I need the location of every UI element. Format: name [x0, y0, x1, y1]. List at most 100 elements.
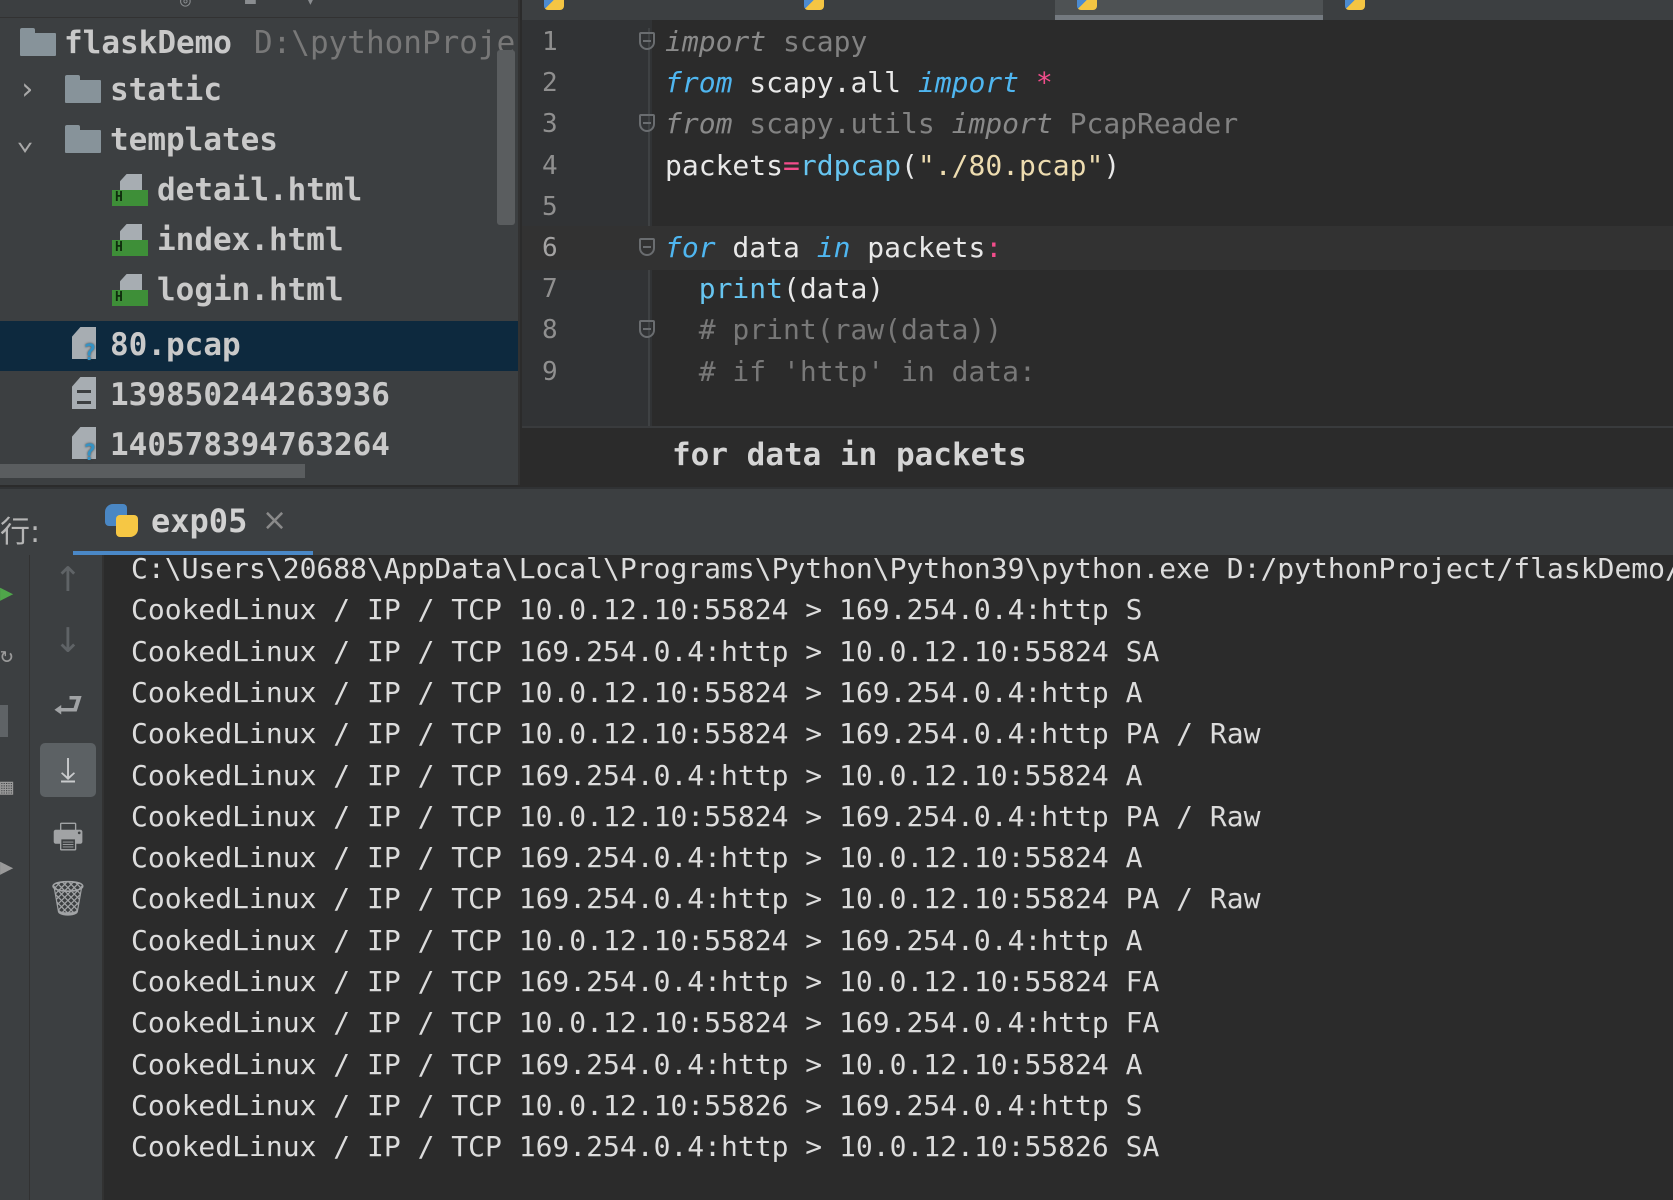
run-tool-window-header: 行: exp05 ×	[0, 487, 1673, 557]
soft-wrap-icon[interactable]: ⮐	[40, 679, 96, 733]
code-text: import scapy	[665, 25, 868, 58]
run-side-strip: ▶ ↻ ▦ ▶	[0, 555, 30, 1200]
line-number[interactable]: 1	[542, 20, 592, 64]
line-number[interactable]: 3	[542, 102, 592, 146]
console-line: CookedLinux / IP / TCP 169.254.0.4:http …	[131, 634, 1160, 668]
console-line: CookedLinux / IP / TCP 169.254.0.4:http …	[131, 882, 1261, 916]
python-file-icon	[1077, 0, 1097, 10]
code-line[interactable]: 3 from scapy.utils import PcapReader	[522, 102, 1673, 146]
console-line: CookedLinux / IP / TCP 169.254.0.4:http …	[131, 965, 1160, 998]
tree-item-139850244263936[interactable]: 139850244263936	[0, 371, 518, 421]
console-line: CookedLinux / IP / TCP 10.0.12.10:55824 …	[131, 593, 1143, 627]
python-file-icon	[804, 0, 824, 10]
print-icon[interactable]: 🖶	[40, 810, 96, 864]
tree-item-login-html[interactable]: H login.html	[0, 266, 518, 316]
fold-marker-icon[interactable]	[639, 114, 655, 133]
line-number[interactable]: 5	[542, 185, 592, 229]
run-tab-title: exp05	[151, 502, 248, 540]
folder-icon	[65, 125, 101, 153]
unknown-file-icon: ?	[66, 327, 102, 367]
tree-item-templates[interactable]: ⌄ templates	[0, 116, 518, 166]
fold-marker-icon[interactable]	[639, 238, 655, 256]
code-editor[interactable]: 1 import scapy 2 from scapy.all import * 3 fr…	[522, 0, 1673, 485]
tree-item-label: login.html	[157, 272, 344, 308]
code-line[interactable]: 7 print(data)	[522, 267, 1673, 311]
tree-item-static[interactable]: › static	[0, 66, 518, 116]
root-path: D:\pythonProje	[253, 25, 516, 61]
code-text: # print(raw(data))	[665, 313, 1003, 347]
text-file-icon	[66, 377, 102, 417]
project-tool-window: ◎ ▬ ▾ ╵ flaskDemo D:\pythonProje › static…	[0, 0, 520, 485]
chevron-down-icon[interactable]: ⌄	[16, 122, 44, 158]
layout-icon[interactable]: ▦	[0, 775, 14, 801]
line-number[interactable]: 6	[542, 226, 592, 270]
editor-tab[interactable]	[1323, 0, 1673, 20]
console-line: CookedLinux / IP / TCP 10.0.12.10:55824 …	[131, 717, 1261, 751]
hide-icon[interactable]: ╵	[380, 0, 402, 11]
code-line[interactable]: 2 from scapy.all import *	[522, 61, 1673, 105]
scroll-to-end-icon[interactable]: ⤓	[40, 743, 96, 797]
chevron-right-icon[interactable]: ›	[18, 72, 46, 108]
resume-icon[interactable]: ▶	[0, 855, 14, 881]
unknown-file-icon: ?	[66, 427, 102, 467]
trash-icon[interactable]: 🗑	[40, 872, 96, 926]
code-line[interactable]: 6 for data in packets:	[522, 226, 1673, 270]
editor-tab-bar	[522, 0, 1673, 20]
editor-tab[interactable]	[522, 0, 782, 20]
collapse-all-icon[interactable]: ▬	[245, 0, 267, 11]
line-number[interactable]: 8	[542, 308, 592, 352]
run-play-icon[interactable]: ▶	[0, 581, 14, 607]
console-line: CookedLinux / IP / TCP 169.254.0.4:http …	[131, 841, 1143, 875]
tree-item-label: detail.html	[157, 172, 363, 208]
line-number[interactable]: 4	[542, 144, 592, 188]
fold-marker-icon[interactable]	[639, 320, 655, 339]
code-text: packets=rdpcap("./80.pcap")	[665, 148, 1121, 182]
html-file-icon: H	[112, 224, 148, 260]
python-file-icon	[544, 0, 564, 10]
code-line[interactable]: 5	[522, 185, 1673, 229]
editor-tab-active[interactable]	[1055, 0, 1323, 20]
breadcrumb[interactable]: for data in packets	[522, 426, 1673, 485]
locate-icon[interactable]: ◎	[180, 0, 202, 11]
tree-item-detail-html[interactable]: H detail.html	[0, 166, 518, 216]
line-number[interactable]: 9	[542, 350, 592, 394]
code-line[interactable]: 8 # print(raw(data))	[522, 308, 1673, 352]
breadcrumb-item[interactable]: for data in packets	[672, 437, 1027, 473]
tree-root-flaskdemo[interactable]: flaskDemo D:\pythonProje	[0, 19, 518, 69]
tree-item-label: 140578394763264	[110, 427, 390, 463]
scroll-down-icon[interactable]: ↓	[40, 614, 96, 668]
folder-icon	[65, 75, 101, 103]
console-command-line: C:\Users\20688\AppData\Local\Programs\Py…	[131, 555, 1673, 585]
tree-item-index-html[interactable]: H index.html	[0, 216, 518, 266]
python-icon	[105, 504, 139, 538]
project-horizontal-scrollbar[interactable]	[0, 464, 305, 478]
rerun-up-icon[interactable]: ↑	[40, 553, 96, 607]
rerun-icon[interactable]: ↻	[0, 643, 14, 669]
tree-item-label: index.html	[157, 222, 344, 258]
html-file-icon: H	[112, 274, 148, 310]
run-tab-exp05[interactable]: exp05 ×	[73, 489, 313, 557]
close-icon[interactable]: ×	[262, 503, 287, 538]
console-output[interactable]: C:\Users\20688\AppData\Local\Programs\Py…	[104, 555, 1673, 1200]
console-line: CookedLinux / IP / TCP 169.254.0.4:http …	[131, 1047, 1143, 1081]
project-vertical-scrollbar[interactable]	[497, 50, 515, 225]
root-name: flaskDemo	[64, 25, 232, 61]
stop-icon[interactable]	[0, 705, 8, 737]
console-line: CookedLinux / IP / TCP 10.0.12.10:55824 …	[131, 675, 1143, 709]
options-icon[interactable]: ▾	[305, 0, 327, 11]
line-number[interactable]: 7	[542, 267, 592, 311]
line-number[interactable]: 2	[542, 61, 592, 105]
run-label: 行:	[0, 515, 41, 550]
console-line: CookedLinux / IP / TCP 169.254.0.4:http …	[131, 1130, 1160, 1164]
code-text: from scapy.all import *	[665, 66, 1053, 100]
code-text: # if 'http' in data:	[665, 354, 1036, 388]
console-line: CookedLinux / IP / TCP 10.0.12.10:55824 …	[131, 1006, 1160, 1040]
console-line: CookedLinux / IP / TCP 169.254.0.4:http …	[131, 758, 1143, 792]
code-line[interactable]: 9 # if 'http' in data:	[522, 350, 1673, 394]
editor-tab[interactable]	[782, 0, 1050, 20]
code-line[interactable]: 1 import scapy	[522, 20, 1673, 64]
fold-marker-icon[interactable]	[639, 32, 655, 50]
code-line[interactable]: 4 packets=rdpcap("./80.pcap")	[522, 144, 1673, 188]
code-text: from scapy.utils import PcapReader	[665, 107, 1239, 141]
tree-item-80-pcap[interactable]: ? 80.pcap	[0, 321, 518, 371]
